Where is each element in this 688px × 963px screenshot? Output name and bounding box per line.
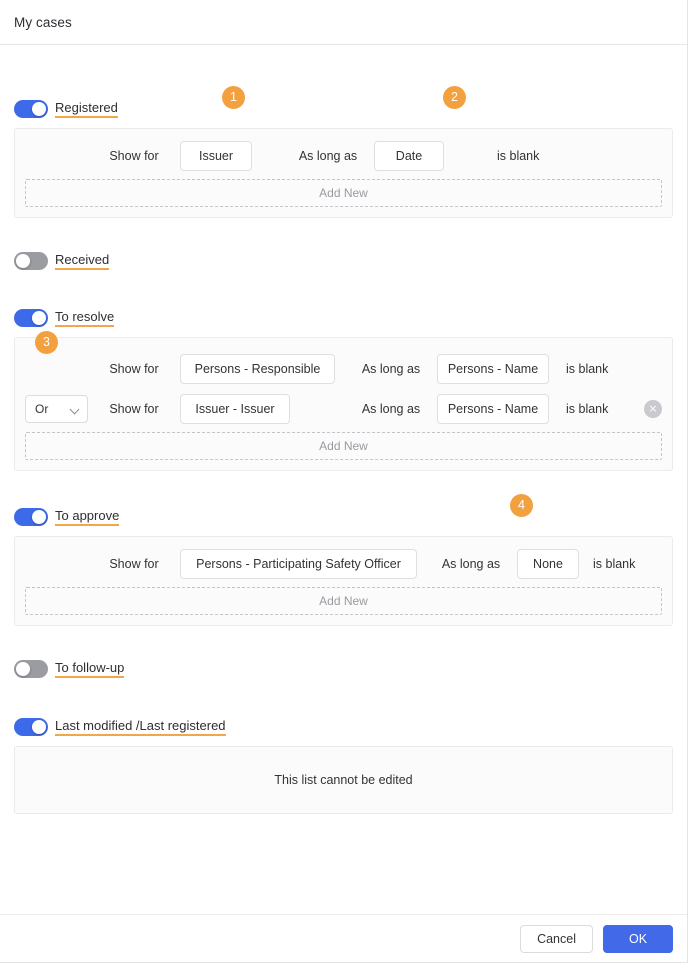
toggle-registered[interactable] xyxy=(14,100,48,118)
label-show-for: Show for xyxy=(109,362,159,376)
section-header-last-modified: Last modified /Last registered xyxy=(14,716,673,738)
label-is-blank: is blank xyxy=(593,557,636,571)
add-new-button-to-approve[interactable]: Add New xyxy=(25,587,662,615)
section-registered: Registered 1 2 Show for Issuer As long a… xyxy=(14,86,673,218)
panel-registered: 1 2 Show for Issuer As long as Date is b… xyxy=(14,86,673,218)
toggle-knob xyxy=(16,662,30,676)
field-registered-right[interactable]: Date xyxy=(374,141,444,171)
section-header-registered: Registered xyxy=(14,98,673,120)
field-to-approve-left[interactable]: Persons - Participating Safety Officer xyxy=(180,549,417,579)
rule-row-registered-1: Show for Issuer As long as Date is blank xyxy=(25,139,662,173)
conjunction-slot: Or xyxy=(25,395,88,423)
rule-row-to-approve-1: Show for Persons - Participating Safety … xyxy=(25,547,662,581)
toggle-last-modified[interactable] xyxy=(14,718,48,736)
label-is-blank: is blank xyxy=(566,362,609,376)
section-received: Received xyxy=(14,250,673,272)
section-label-to-resolve: To resolve xyxy=(55,309,115,327)
section-header-to-resolve: To resolve xyxy=(14,307,673,329)
label-as-long-as: As long as xyxy=(361,402,421,416)
toggle-knob xyxy=(32,720,46,734)
chevron-down-icon xyxy=(71,405,80,414)
toggle-to-resolve[interactable] xyxy=(14,309,48,327)
panel-to-approve: 4 Show for Persons - Participating Safet… xyxy=(14,494,673,626)
section-to-follow-up: To follow-up xyxy=(14,658,673,680)
toggle-knob xyxy=(32,311,46,325)
toggle-to-follow-up[interactable] xyxy=(14,660,48,678)
section-label-to-approve: To approve xyxy=(55,508,120,526)
section-header-to-approve: To approve xyxy=(14,506,673,528)
field-to-resolve-right-1[interactable]: Persons - Name xyxy=(437,354,549,384)
label-as-long-as: As long as xyxy=(361,362,421,376)
section-label-received: Received xyxy=(55,252,110,270)
add-new-button-registered[interactable]: Add New xyxy=(25,179,662,207)
label-as-long-as: As long as xyxy=(441,557,501,571)
label-show-for: Show for xyxy=(109,149,159,163)
ok-button[interactable]: OK xyxy=(603,924,673,953)
badge-3: 3 xyxy=(35,331,58,354)
toggle-knob xyxy=(32,102,46,116)
rule-row-to-resolve-1: Show for Persons - Responsible As long a… xyxy=(25,352,662,386)
conjunction-value: Or xyxy=(35,402,49,416)
field-to-resolve-left-1[interactable]: Persons - Responsible xyxy=(180,354,335,384)
rule-row-to-resolve-2: Or Show for Issuer - Issuer As long as P… xyxy=(25,392,662,426)
field-to-resolve-right-2[interactable]: Persons - Name xyxy=(437,394,549,424)
field-to-approve-right[interactable]: None xyxy=(517,549,579,579)
page-title: My cases xyxy=(14,14,72,30)
delete-rule-icon[interactable]: × xyxy=(644,400,662,418)
label-is-blank: is blank xyxy=(566,402,609,416)
toggle-knob xyxy=(16,254,30,268)
section-to-approve: To approve 4 Show for Persons - Particip… xyxy=(14,494,673,626)
label-show-for: Show for xyxy=(109,402,159,416)
label-show-for: Show for xyxy=(109,557,159,571)
my-cases-dialog: My cases Registered 1 2 Show for Issuer … xyxy=(0,0,688,963)
dialog-footer: Cancel OK xyxy=(0,914,687,962)
toggle-knob xyxy=(32,510,46,524)
section-last-modified: Last modified /Last registered This list… xyxy=(14,716,673,814)
label-as-long-as: As long as xyxy=(298,149,358,163)
section-header-received: Received xyxy=(14,250,673,272)
section-label-last-modified: Last modified /Last registered xyxy=(55,718,226,736)
panel-last-modified: This list cannot be edited xyxy=(14,746,673,814)
toggle-received[interactable] xyxy=(14,252,48,270)
field-to-resolve-left-2[interactable]: Issuer - Issuer xyxy=(180,394,290,424)
section-label-registered: Registered xyxy=(55,100,118,118)
add-new-button-to-resolve[interactable]: Add New xyxy=(25,432,662,460)
field-registered-left[interactable]: Issuer xyxy=(180,141,252,171)
section-label-to-follow-up: To follow-up xyxy=(55,660,125,678)
sections-container: Registered 1 2 Show for Issuer As long a… xyxy=(0,45,687,914)
conjunction-select-to-resolve[interactable]: Or xyxy=(25,395,88,423)
section-header-to-follow-up: To follow-up xyxy=(14,658,673,680)
section-to-resolve: To resolve 3 Show for Persons - Responsi… xyxy=(14,307,673,471)
panel-to-resolve: 3 Show for Persons - Responsible As long… xyxy=(14,331,673,471)
dialog-header: My cases xyxy=(0,0,687,45)
cancel-button[interactable]: Cancel xyxy=(520,924,593,953)
readonly-message: This list cannot be edited xyxy=(274,773,413,787)
label-is-blank: is blank xyxy=(497,149,540,163)
toggle-to-approve[interactable] xyxy=(14,508,48,526)
